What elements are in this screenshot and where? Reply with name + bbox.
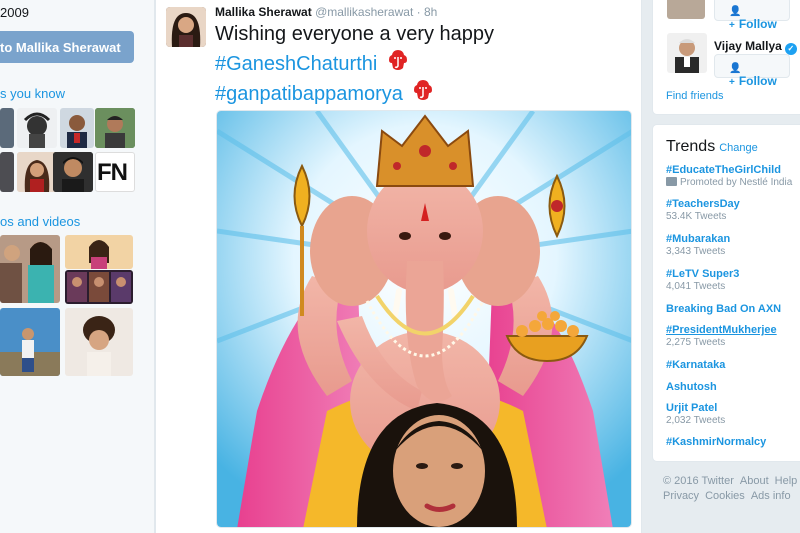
media-thumbnail[interactable] [65,235,133,269]
follower-avatar[interactable]: FN [95,152,135,192]
ganesha-illustration [217,111,631,527]
media-thumbnail[interactable] [0,308,60,376]
footer-about-link[interactable]: About [740,475,769,487]
trend-name: #Karnataka [666,359,726,371]
trend-name: #TeachersDay [666,198,740,210]
follower-avatar[interactable] [95,108,135,148]
separator-dot: · [416,5,421,19]
footer-ads-info-link[interactable]: Ads info [751,490,791,502]
trend-meta: 2,275 Tweets [666,337,726,348]
footer-privacy-link[interactable]: Privacy [663,490,699,502]
trend-item[interactable]: #EducateTheGirlChild Promoted by Nestlé … [666,164,792,189]
trend-name: Urjit Patel [666,402,718,414]
media-thumbnail-image [0,235,60,303]
trend-item[interactable]: #KashmirNormalcy [666,436,766,448]
media-thumbnail-image [0,308,60,376]
fn-logo: FN [97,159,128,186]
follow-button[interactable]: 👤+ Follow [714,54,790,88]
trend-meta: Promoted by Nestlé India [666,177,792,189]
media-thumbnail[interactable] [65,270,133,304]
trend-item[interactable]: #Mubarakan 3,343 Tweets [666,233,730,258]
footer-cookies-link[interactable]: Cookies [705,490,745,502]
trend-meta: 3,343 Tweets [666,246,726,257]
promoted-icon [666,177,677,186]
suggested-user-name-text: Vijay Mallya [714,39,782,53]
suggested-user-name[interactable]: Vijay Mallya ✓ [714,39,797,55]
trends-card: Trends Change #EducateTheGirlChild Promot… [652,124,800,462]
author-avatar[interactable] [166,7,206,47]
tweet-photo[interactable] [216,110,632,528]
tweet-text: Wishing everyone a very happy #GaneshCha… [215,21,635,108]
follower-avatar[interactable] [0,108,14,148]
trend-meta: 53.4K Tweets [666,211,727,222]
tweet-header: Mallika Sherawat @mallikasherawat · 8h [215,5,437,19]
ganesha-emoji-icon [414,80,433,100]
trend-item[interactable]: Breaking Bad On AXN [666,303,781,315]
trend-name: Ashutosh [666,381,717,393]
timeline: Mallika Sherawat @mallikasherawat · 8h W… [155,0,642,533]
trend-meta-text: Promoted by Nestlé India [680,177,793,188]
trends-title: Trends Change [666,138,758,156]
trend-meta: 2,032 Tweets [666,415,726,426]
hashtag-link[interactable]: #ganpatibappamorya [215,83,403,105]
trend-name: #KashmirNormalcy [666,436,767,448]
find-friends-link[interactable]: Find friends [666,90,723,102]
media-thumbnail-image [65,235,133,269]
trend-item[interactable]: #TeachersDay 53.4K Tweets [666,198,740,223]
trend-name: #EducateTheGirlChild [666,164,781,176]
trend-item[interactable]: #Karnataka [666,359,725,371]
follow-button[interactable]: 👤+ Follow [714,0,790,31]
trend-item[interactable]: #LeTV Super3 4,041 Tweets [666,268,739,293]
suggested-avatar[interactable] [667,33,707,73]
ganesha-emoji-icon [388,50,407,70]
trend-name: #Mubarakan [666,233,731,245]
trend-name: #PresidentMukherjee [666,324,777,336]
author-handle[interactable]: @mallikasherawat [315,5,413,19]
profile-sidebar: 2009 to Mallika Sherawat s you know FN o… [0,0,155,533]
author-avatar-image [166,7,206,47]
media-thumbnail-image [65,270,133,304]
follow-button-label: Follow [738,17,777,31]
tweet-to-button[interactable]: to Mallika Sherawat [0,31,134,63]
trend-name: #LeTV Super3 [666,268,740,280]
follower-avatar[interactable] [17,108,57,148]
follow-button-label: Follow [738,74,777,88]
footer-help-link[interactable]: Help [775,475,798,487]
suggested-avatar[interactable] [667,0,705,19]
trend-name: Breaking Bad On AXN [666,303,782,315]
media-thumbnail-image [65,308,133,376]
follower-avatar[interactable] [60,108,94,148]
trend-item[interactable]: Urjit Patel 2,032 Tweets [666,402,725,427]
who-to-follow-card: 👤+ Follow Vijay Mallya ✓ 👤+ Follow Find fri… [652,0,800,115]
follower-avatar[interactable] [53,152,93,192]
follower-avatar[interactable] [0,152,14,192]
media-thumbnail[interactable] [65,308,133,376]
author-name[interactable]: Mallika Sherawat [215,5,312,19]
tweet-text-line: Wishing everyone a very happy [215,23,495,45]
media-thumbnail[interactable] [0,235,60,303]
trends-change-link[interactable]: Change [719,142,758,154]
copyright-text: © 2016 Twitter [663,475,734,487]
follower-avatar-image [95,108,135,148]
follower-avatar-image [67,115,87,148]
joined-date: 2009 [0,5,29,20]
suggested-avatar-image [667,33,707,73]
trend-item[interactable]: Ashutosh [666,381,717,393]
hashtag-link[interactable]: #GaneshChaturthi [215,53,377,75]
follower-avatar-image [17,152,57,192]
tweet-timestamp[interactable]: 8h [424,5,437,19]
trends-title-text: Trends [666,138,716,155]
photos-videos-link[interactable]: os and videos [0,214,80,229]
follower-avatar-image [23,112,51,148]
people-you-know-link[interactable]: s you know [0,86,65,101]
follower-avatar[interactable] [17,152,57,192]
footer-links: © 2016 Twitter About Help Privacy Cookies Ad… [663,474,800,504]
trend-meta: 4,041 Tweets [666,281,726,292]
follower-avatar-image [53,152,93,192]
trend-item[interactable]: #PresidentMukherjee 2,275 Tweets [666,324,777,349]
